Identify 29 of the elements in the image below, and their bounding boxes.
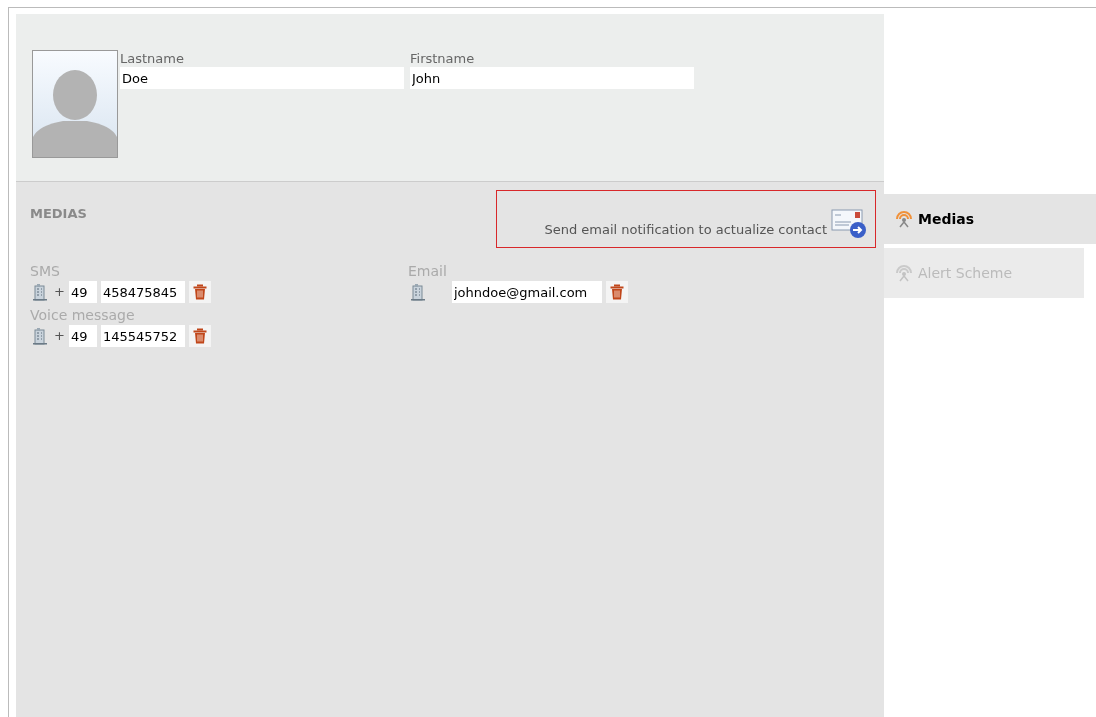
building-icon (32, 283, 48, 301)
email-field[interactable]: johndoe@gmail.com (452, 281, 602, 303)
send-notification-button[interactable]: Send email notification to actualize contact (496, 190, 876, 248)
media-label: Email (408, 262, 448, 280)
delete-button[interactable] (188, 281, 211, 303)
signal-person-icon (894, 210, 914, 228)
country-code-field[interactable]: 49 (68, 325, 97, 347)
name-field[interactable]: John (410, 67, 694, 89)
section-title: MEDIAS (30, 205, 87, 223)
name-field[interactable]: Doe (120, 67, 404, 89)
delete-button[interactable] (606, 281, 628, 303)
phone-number-field[interactable]: 458475845 (100, 281, 185, 303)
media-label: Voice message (30, 306, 136, 324)
trash-icon (610, 284, 624, 300)
plus-sign: + (54, 327, 65, 346)
building-icon (32, 327, 48, 345)
trash-icon (192, 284, 207, 300)
field-label: Lastname (120, 50, 185, 67)
phone-number-field[interactable]: 145545752 (100, 325, 185, 347)
envelope-arrow-icon (831, 209, 867, 239)
side-tab[interactable]: Medias (884, 194, 1096, 244)
trash-icon (192, 328, 207, 344)
building-icon (410, 283, 426, 301)
plus-sign: + (54, 283, 65, 302)
country-code-field[interactable]: 49 (68, 281, 97, 303)
signal-person-icon (894, 264, 914, 282)
field-label: Firstname (410, 50, 476, 67)
media-label: SMS (30, 262, 61, 280)
delete-button[interactable] (188, 325, 211, 347)
